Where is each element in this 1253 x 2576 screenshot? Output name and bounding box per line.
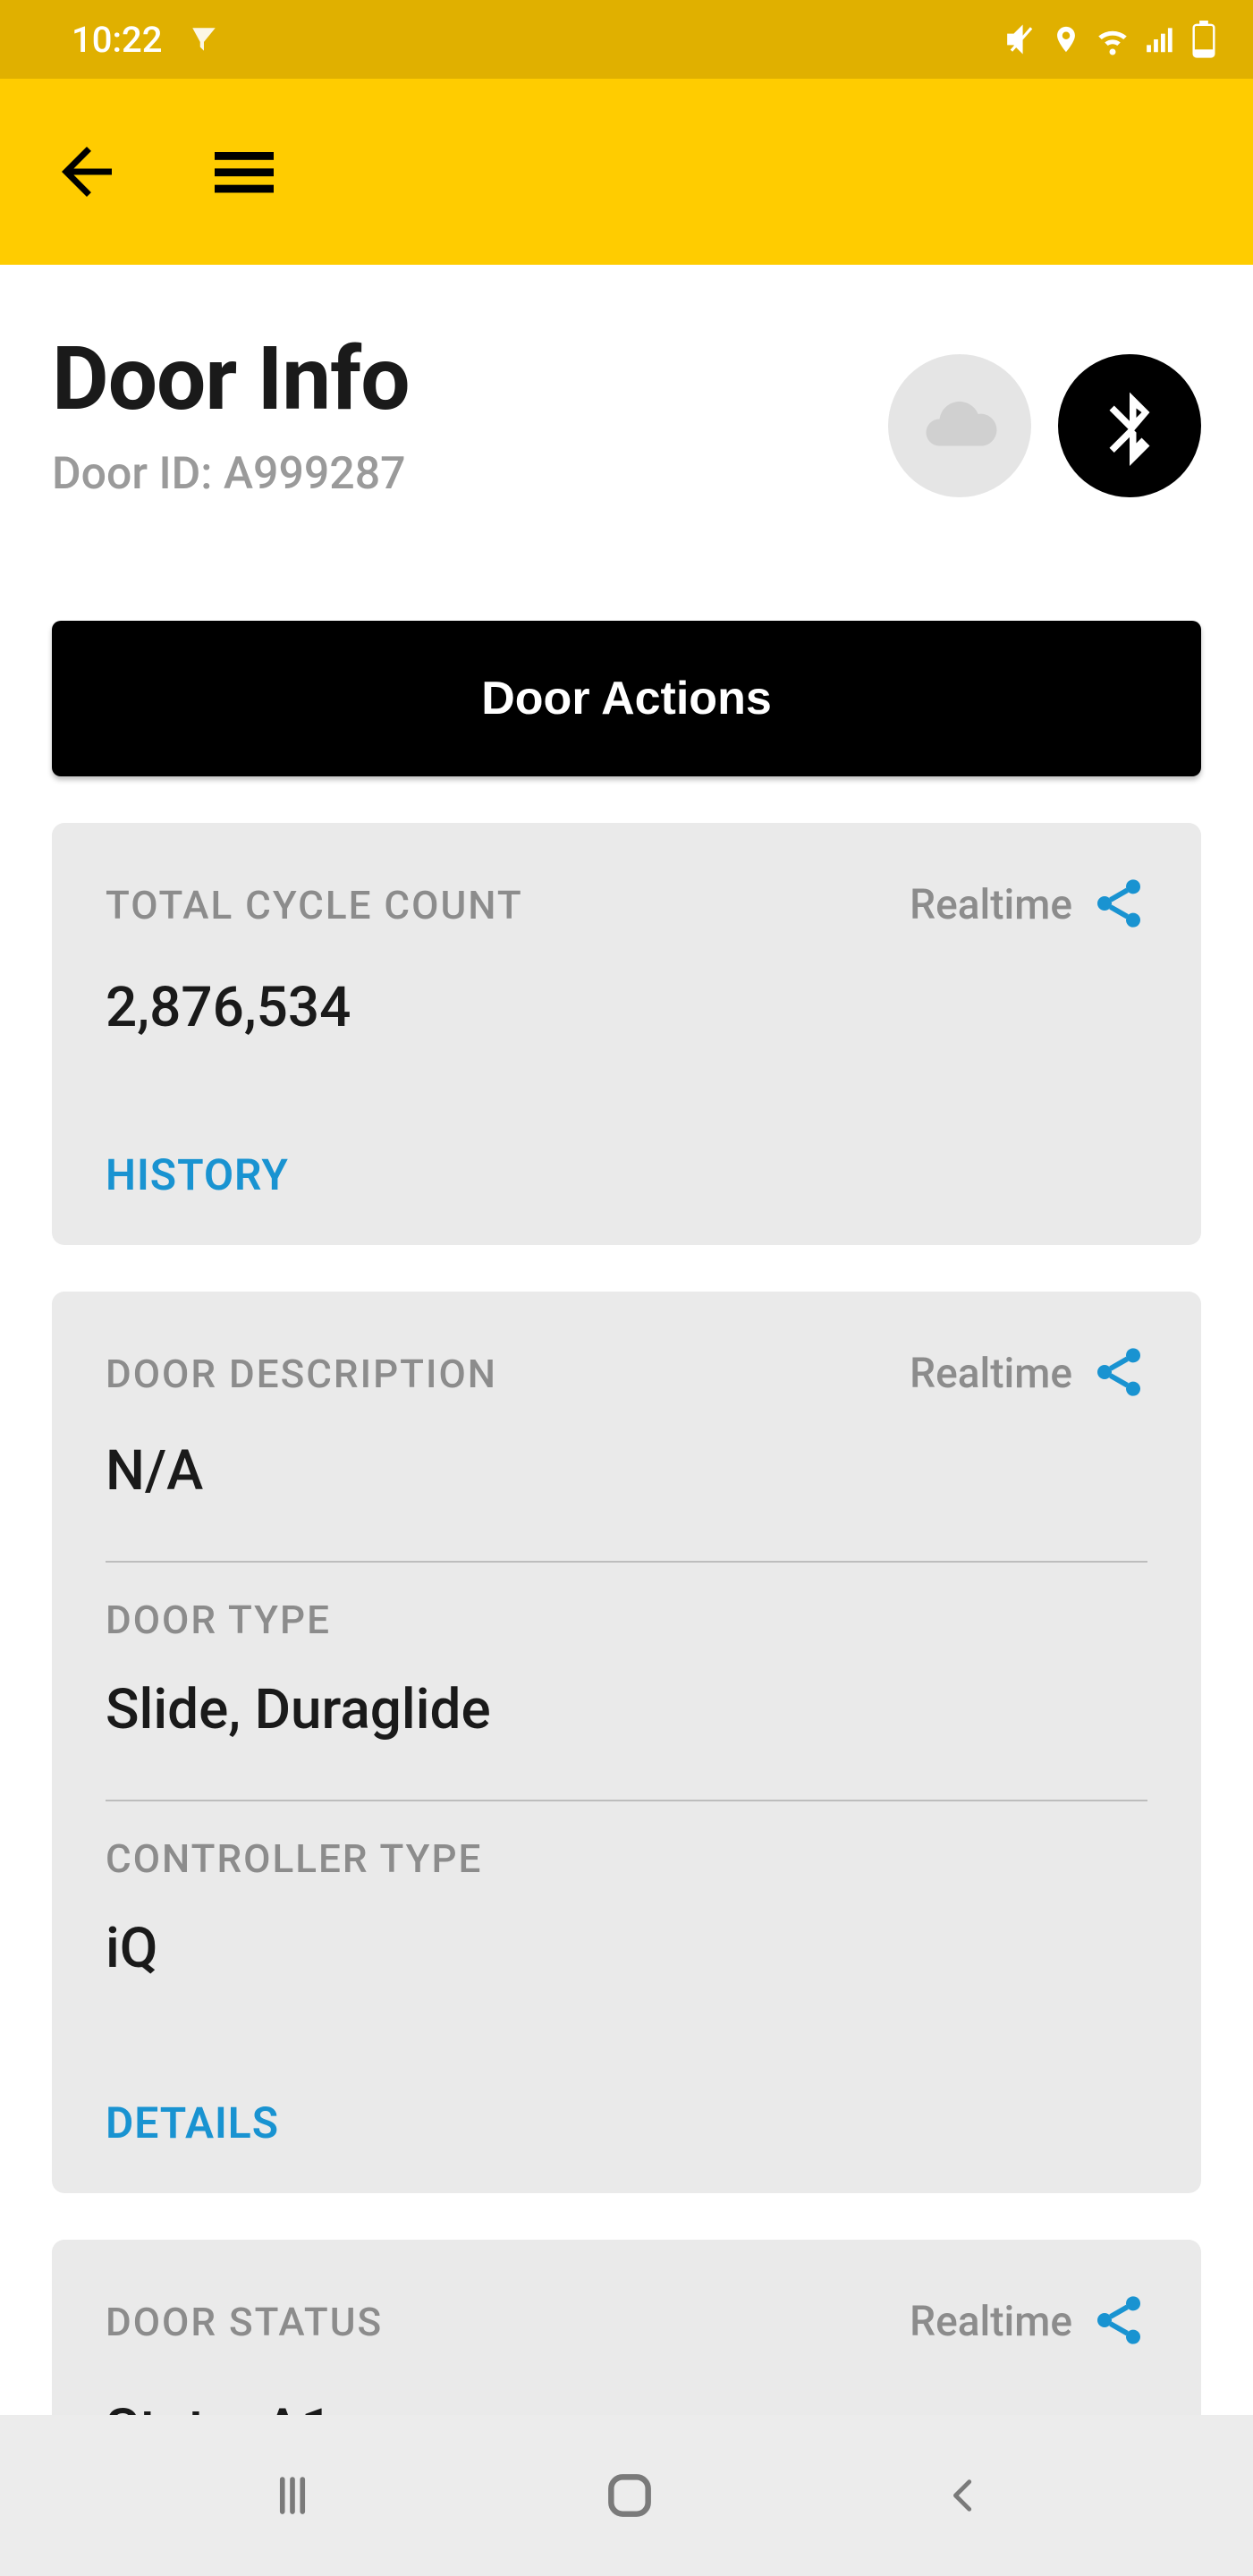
recent-apps-icon — [268, 2471, 317, 2520]
cloud-icon — [919, 386, 1000, 466]
door-description-value: N/A — [106, 1438, 1147, 1504]
cloud-status-button[interactable] — [888, 354, 1031, 497]
card-label: DOOR DESCRIPTION — [106, 1351, 497, 1397]
realtime-indicator: Realtime — [910, 2292, 1147, 2352]
mute-icon — [1004, 22, 1038, 56]
door-actions-button[interactable]: Door Actions — [52, 621, 1201, 776]
status-bar-right: 7 — [1004, 21, 1217, 58]
realtime-label: Realtime — [910, 1350, 1072, 1398]
hamburger-menu-icon — [205, 132, 284, 211]
door-type-value: Slide, Duraglide — [106, 1677, 1147, 1742]
home-button[interactable] — [602, 2468, 657, 2523]
share-button[interactable] — [1090, 2292, 1147, 2352]
back-button[interactable] — [49, 134, 124, 209]
bluetooth-status-button[interactable] — [1058, 354, 1201, 497]
wifi-icon — [1094, 21, 1131, 58]
card-label: DOOR STATUS — [106, 2299, 383, 2345]
system-navigation-bar — [0, 2415, 1253, 2576]
card-header: DOOR DESCRIPTION Realtime — [106, 1343, 1147, 1404]
card-door-status: DOOR STATUS Realtime State: A1 — [52, 2240, 1201, 2415]
share-icon — [1090, 1343, 1147, 1401]
recent-apps-button[interactable] — [268, 2471, 317, 2520]
card-label: TOTAL CYCLE COUNT — [106, 882, 523, 928]
menu-button[interactable] — [205, 132, 284, 211]
status-time: 10:22 — [72, 19, 162, 61]
field-controller-type: CONTROLLER TYPE iQ — [106, 1835, 1147, 2004]
details-link[interactable]: DETAILS — [106, 2097, 1147, 2148]
bluetooth-icon — [1089, 386, 1170, 466]
status-bar: 10:22 7 — [0, 0, 1253, 79]
realtime-indicator: Realtime — [910, 1343, 1147, 1404]
app-bar — [0, 79, 1253, 265]
nav-back-icon — [944, 2475, 985, 2516]
controller-type-label: CONTROLLER TYPE — [106, 1835, 1147, 1882]
share-icon — [1090, 2292, 1147, 2349]
card-total-cycle-count: TOTAL CYCLE COUNT Realtime 2,876,534 HIS… — [52, 823, 1201, 1245]
card-header: DOOR STATUS Realtime — [106, 2292, 1147, 2352]
door-id-label: Door ID: A999287 — [52, 448, 410, 500]
field-door-description: N/A — [106, 1438, 1147, 1527]
nav-back-button[interactable] — [944, 2475, 985, 2516]
back-arrow-icon — [49, 134, 124, 209]
share-button[interactable] — [1090, 875, 1147, 936]
connection-icons — [888, 327, 1201, 497]
divider — [106, 1561, 1147, 1563]
battery-icon: 7 — [1190, 21, 1217, 58]
status-app-icon — [189, 24, 219, 55]
share-icon — [1090, 875, 1147, 932]
cycle-count-value: 2,876,534 — [106, 975, 1147, 1040]
svg-text:7: 7 — [1199, 30, 1207, 47]
realtime-label: Realtime — [910, 2298, 1072, 2346]
signal-icon — [1144, 22, 1178, 56]
content-area: Door Info Door ID: A999287 Door Actions … — [0, 265, 1253, 2415]
door-status-value: State: A1 — [106, 2397, 1147, 2415]
page-header: Door Info Door ID: A999287 — [52, 265, 1201, 500]
divider — [106, 1800, 1147, 1801]
realtime-label: Realtime — [910, 881, 1072, 929]
share-button[interactable] — [1090, 1343, 1147, 1404]
door-type-label: DOOR TYPE — [106, 1597, 1147, 1643]
history-link[interactable]: HISTORY — [106, 1149, 1147, 1200]
home-icon — [602, 2468, 657, 2523]
location-icon — [1051, 24, 1081, 55]
page-title: Door Info — [52, 327, 410, 430]
page-header-text: Door Info Door ID: A999287 — [52, 327, 410, 500]
realtime-indicator: Realtime — [910, 875, 1147, 936]
field-door-type: DOOR TYPE Slide, Duraglide — [106, 1597, 1147, 1766]
card-door-description: DOOR DESCRIPTION Realtime N/A DOOR T — [52, 1292, 1201, 2193]
status-bar-left: 10:22 — [72, 19, 219, 61]
card-header: TOTAL CYCLE COUNT Realtime — [106, 875, 1147, 936]
controller-type-value: iQ — [106, 1916, 1147, 1981]
